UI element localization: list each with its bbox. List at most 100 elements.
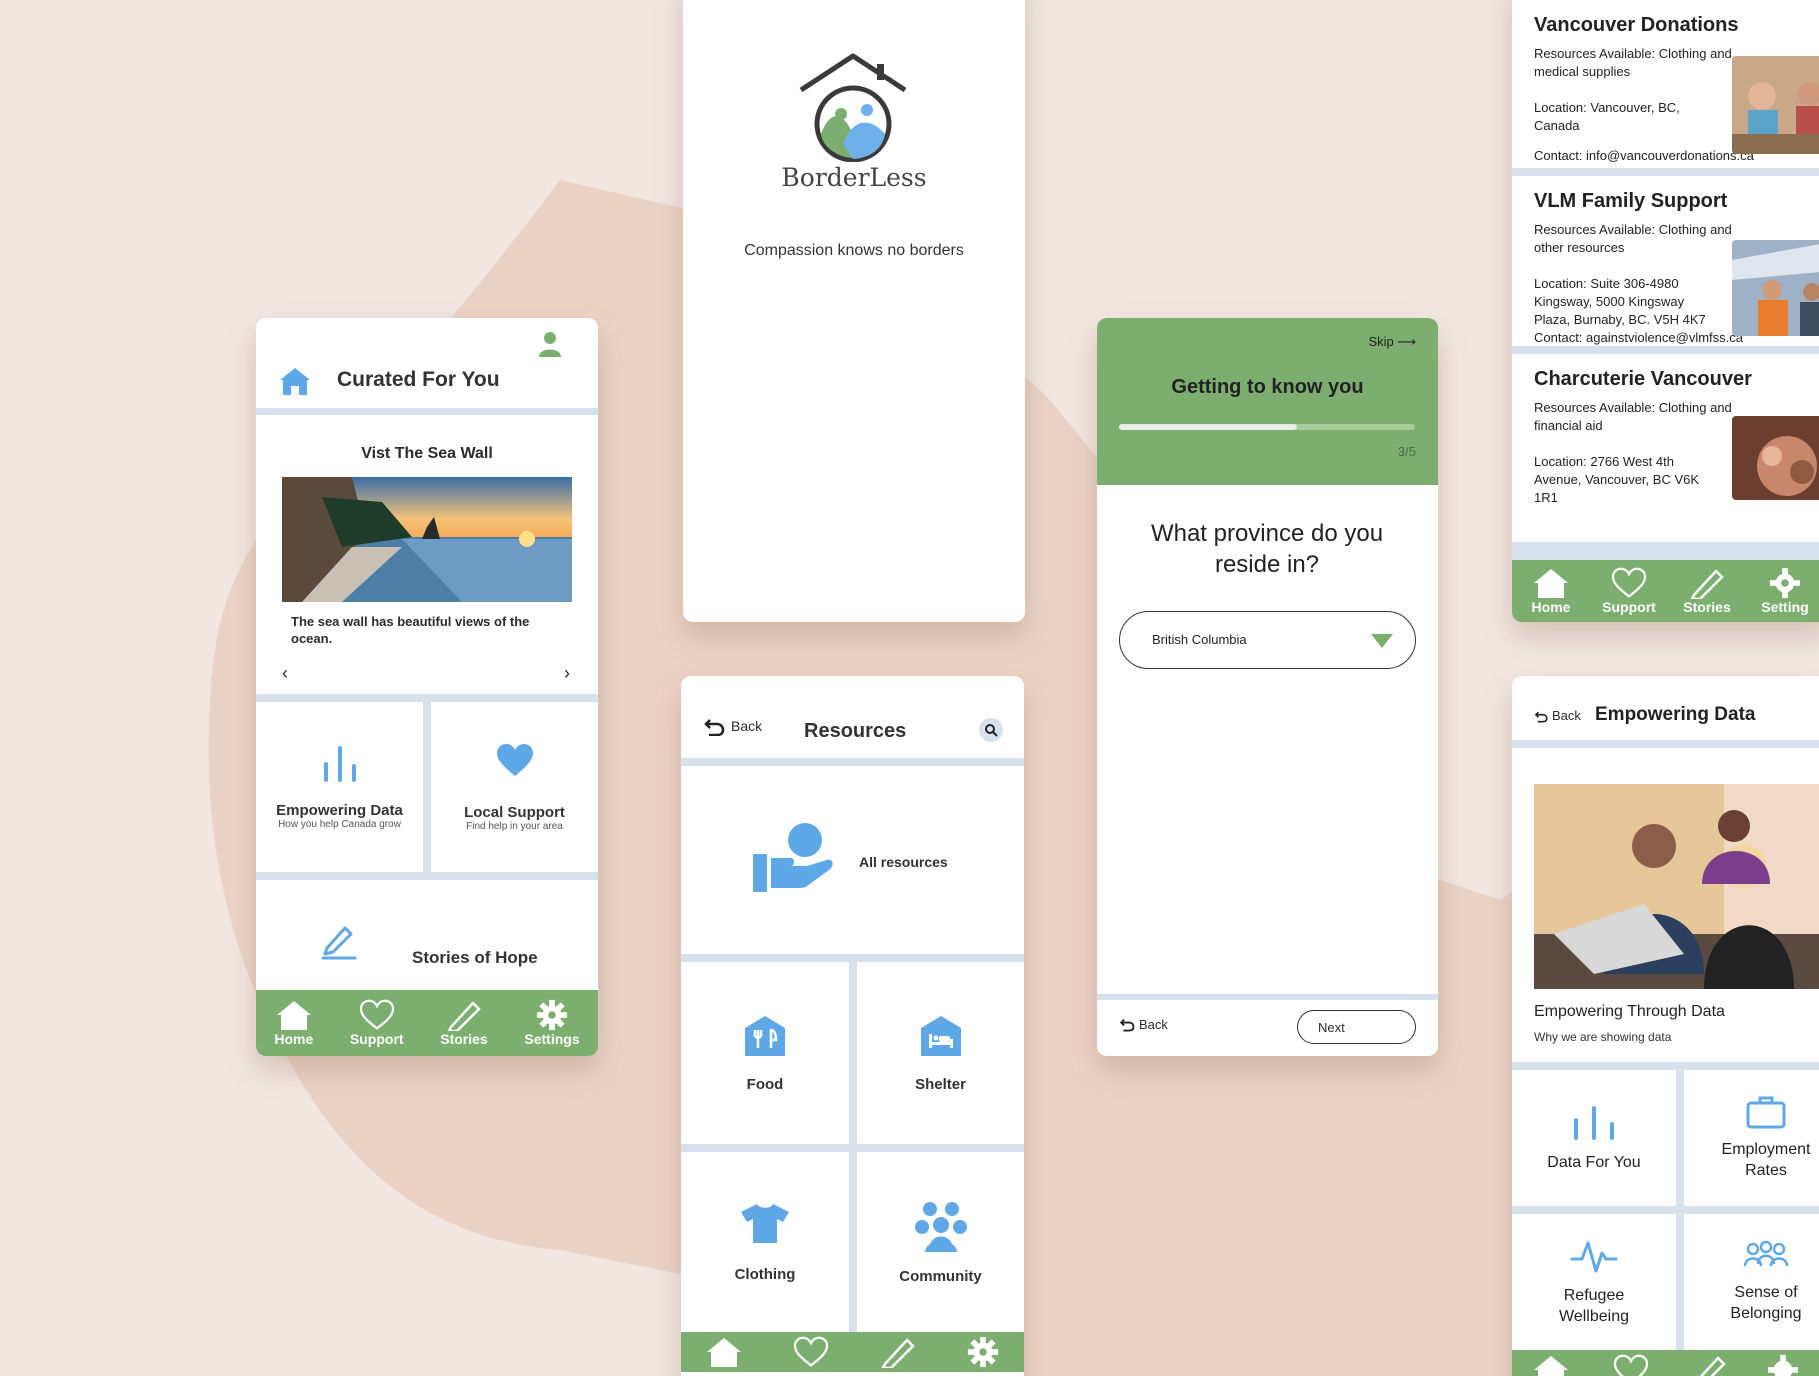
nav-settings[interactable]: Setting (1746, 567, 1819, 615)
pencil-icon[interactable] (1690, 1354, 1728, 1376)
next-label: Next (1318, 1020, 1345, 1035)
gear-icon (536, 999, 568, 1031)
back-label: Back (1552, 708, 1581, 723)
resources-screen: Back Resources All resources Food Shelte… (681, 676, 1024, 1376)
tile-community[interactable]: Community (857, 1152, 1024, 1332)
org-name: VLM Family Support (1534, 190, 1728, 212)
nav-support[interactable]: Support (350, 999, 404, 1047)
nav-stories[interactable]: Stories (440, 999, 488, 1047)
next-button[interactable]: Next (1297, 1010, 1416, 1044)
divider (681, 758, 1024, 766)
tile-label: Community (899, 1267, 982, 1285)
org-resources: Resources Available: Clothing and medica… (1534, 46, 1732, 79)
back-arrow-icon (704, 719, 725, 736)
back-label: Back (731, 718, 763, 734)
back-button[interactable]: Back (1534, 708, 1581, 723)
nav-home[interactable] (705, 1336, 743, 1368)
food-icon (745, 1015, 785, 1056)
arrow-right-icon: ⟶ (1397, 334, 1416, 349)
back-label: Back (1139, 1016, 1168, 1032)
bar-chart-icon (323, 746, 356, 782)
tile-clothing[interactable]: Clothing (681, 1152, 849, 1332)
divider (1512, 740, 1819, 748)
tile-shelter[interactable]: Shelter (857, 962, 1024, 1144)
tile-label: Shelter (915, 1075, 966, 1093)
nav-settings[interactable]: Settings (524, 999, 580, 1047)
profile-icon[interactable] (538, 330, 562, 363)
heart-icon[interactable] (1612, 1354, 1650, 1376)
question: What province do you reside in? (1150, 520, 1384, 578)
org-card[interactable]: Charcuterie Vancouver Resources Availabl… (1512, 354, 1819, 542)
tile-all-resources[interactable]: All resources (681, 766, 1024, 954)
nav-support[interactable] (792, 1336, 830, 1368)
org-location: Location: Vancouver, BC, Canada (1534, 100, 1680, 133)
skip-button[interactable]: Skip ⟶ (1368, 334, 1416, 350)
search-icon (985, 724, 998, 737)
org-card[interactable]: VLM Family Support Resources Available: … (1512, 176, 1819, 346)
shelter-icon (920, 1015, 961, 1056)
divider (1097, 994, 1438, 1000)
tile-empowering-data[interactable]: Empowering Data How you help Canada grow (256, 702, 423, 872)
tile-food[interactable]: Food (681, 962, 849, 1144)
divider (681, 954, 1024, 962)
tile-title: Empowering Data (276, 802, 403, 819)
org-photo (1732, 56, 1819, 154)
tile-data-for-you[interactable]: Data For You (1512, 1070, 1676, 1206)
hand-person-icon (753, 823, 833, 892)
prev-arrow[interactable]: ‹ (282, 663, 288, 684)
divider (256, 694, 598, 702)
province-select[interactable]: British Columbia (1119, 611, 1416, 669)
divider (256, 408, 598, 415)
pencil-icon (321, 926, 357, 960)
heart-icon (496, 744, 533, 776)
nav-stories[interactable] (879, 1336, 917, 1368)
home-icon (276, 1001, 311, 1030)
nav-home[interactable]: Home (274, 999, 313, 1047)
brand-name: BorderLess (781, 163, 927, 192)
bottom-nav (1512, 1350, 1819, 1376)
nav-label: Setting (1761, 599, 1809, 615)
back-button[interactable]: Back (703, 716, 762, 736)
org-card[interactable]: Vancouver Donations Resources Available:… (1512, 0, 1819, 168)
tile-subtitle: How you help Canada grow (278, 819, 401, 830)
divider (256, 872, 598, 880)
nav-label: Home (1531, 599, 1571, 615)
tile-stories-of-hope[interactable]: Stories of Hope (256, 880, 598, 988)
nav-home[interactable]: Home (1512, 567, 1590, 615)
nav-stories[interactable]: Stories (1668, 567, 1746, 615)
tshirt-icon (741, 1203, 789, 1243)
tile-label: Clothing (734, 1265, 796, 1283)
page-title: Empowering Data (1595, 704, 1756, 725)
tile-sense-of-belonging[interactable]: Sense of Belonging (1684, 1214, 1819, 1350)
bottom-nav: Home Support Stories Settings (256, 990, 598, 1056)
divider (423, 702, 431, 880)
tile-label: Refugee Wellbeing (1559, 1287, 1629, 1325)
tile-label: Employment Rates (1721, 1141, 1811, 1179)
support-list-screen: Vancouver Donations Resources Available:… (1512, 0, 1819, 622)
back-button[interactable]: Back (1119, 1016, 1168, 1032)
tile-refugee-wellbeing[interactable]: Refugee Wellbeing (1512, 1214, 1676, 1350)
splash-screen: BorderLess Compassion knows no borders (683, 0, 1025, 622)
back-arrow-icon (1119, 1018, 1135, 1032)
next-arrow[interactable]: › (564, 663, 570, 684)
home-icon[interactable] (278, 366, 312, 401)
heart-icon (1611, 567, 1647, 598)
card-title: Vist The Sea Wall (361, 445, 493, 462)
search-button[interactable] (979, 718, 1003, 742)
home-icon[interactable] (1532, 1354, 1570, 1376)
tile-employment-rates[interactable]: Employment Rates (1684, 1070, 1819, 1206)
nav-settings[interactable] (966, 1336, 1000, 1368)
heart-icon (359, 999, 394, 1030)
home-icon (1534, 569, 1568, 598)
nav-label: Stories (1683, 599, 1731, 615)
nav-label: Support (349, 1031, 404, 1047)
chevron-down-icon (1371, 634, 1393, 648)
nav-support[interactable]: Support (1590, 567, 1668, 615)
divider (1676, 1070, 1684, 1370)
community-icon (914, 1201, 967, 1252)
gear-icon[interactable] (1766, 1354, 1800, 1376)
featured-card[interactable]: Vist The Sea Wall The sea wall has beaut… (256, 415, 598, 695)
gear-icon (967, 1336, 998, 1368)
org-name: Vancouver Donations (1534, 14, 1739, 36)
tile-local-support[interactable]: Local Support Find help in your area (431, 702, 598, 872)
